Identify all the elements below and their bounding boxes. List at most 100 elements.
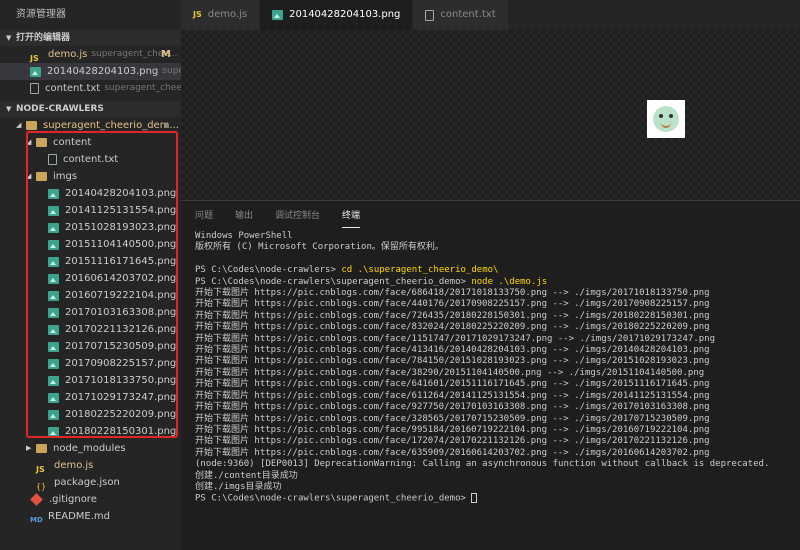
- image-file-icon: [48, 375, 59, 386]
- tab-png[interactable]: 20140428204103.png: [260, 0, 414, 30]
- image-file-icon: [30, 66, 41, 77]
- open-editor-path: superagent_cheeri...: [104, 83, 181, 93]
- js-file-icon: JS: [193, 10, 202, 19]
- folder-name: content: [53, 137, 92, 148]
- panel-tabs: 问题 输出 调试控制台 终端: [181, 201, 800, 229]
- tab-label: demo.js: [207, 9, 248, 20]
- bottom-panel: 问题 输出 调试控制台 终端 Windows PowerShell 版权所有 (C…: [181, 200, 800, 550]
- folder-name: superagent_cheerio_dem...: [43, 120, 179, 131]
- file-name: .gitignore: [49, 494, 97, 505]
- open-editor-name: demo.js: [48, 49, 88, 60]
- file-readme[interactable]: MD README.md: [0, 508, 181, 525]
- file-name: 20160719222104.png: [65, 290, 177, 301]
- image-file-icon: [48, 324, 59, 335]
- file-name: 20151116171645.png: [65, 256, 177, 267]
- folder-name: node_modules: [53, 443, 126, 454]
- file-content-txt[interactable]: content.txt: [0, 151, 181, 168]
- chevron-right-icon: ▶: [26, 444, 32, 452]
- terminal-line: 开始下载图片 https://pic.cnblogs.com/face/6112…: [195, 390, 710, 401]
- image-file-row[interactable]: 20151028193023.png: [0, 219, 181, 236]
- image-file-row[interactable]: 20170908225157.png: [0, 355, 181, 372]
- terminal-line: 创建./imgs目录成功: [195, 481, 282, 492]
- image-file-row[interactable]: 20151116171645.png: [0, 253, 181, 270]
- avatar-image: [653, 106, 679, 132]
- image-file-row[interactable]: 20160614203702.png: [0, 270, 181, 287]
- image-file-icon: [48, 256, 59, 267]
- text-file-icon: [425, 9, 435, 21]
- terminal-output[interactable]: Windows PowerShell 版权所有 (C) Microsoft Cor…: [181, 229, 800, 505]
- image-file-icon: [48, 341, 59, 352]
- js-file-icon: JS: [36, 464, 45, 474]
- folder-icon: [26, 121, 37, 130]
- file-name: 20171029173247.png: [65, 392, 177, 403]
- file-name: 20170908225157.png: [65, 358, 177, 369]
- terminal-line: PS C:\Codes\node-crawlers\superagent_che…: [195, 493, 800, 505]
- open-editor-png[interactable]: 20140428204103.png supera...: [0, 63, 181, 80]
- modified-dot-icon: [164, 123, 169, 128]
- image-file-row[interactable]: 20180228150301.png: [0, 423, 181, 440]
- chevron-down-icon: ◢: [16, 121, 22, 129]
- chevron-down-icon: ◢: [26, 172, 32, 180]
- image-file-icon: [48, 392, 59, 403]
- file-name: 20180228150301.png: [65, 426, 177, 437]
- tab-demo-js[interactable]: JS demo.js: [181, 0, 261, 30]
- terminal-line: 开始下载图片 https://pic.cnblogs.com/face/9277…: [195, 402, 710, 413]
- file-name: 20151028193023.png: [65, 222, 177, 233]
- folder-root[interactable]: ◢ superagent_cheerio_dem...: [0, 117, 181, 134]
- image-preview-area: [181, 30, 800, 200]
- file-name: content.txt: [63, 154, 119, 165]
- file-package-json[interactable]: {} package.json: [0, 474, 181, 491]
- explorer-sidebar: 资源管理器 ▼ 打开的编辑器 JS demo.js superagent_che…: [0, 0, 181, 550]
- tab-problems[interactable]: 问题: [195, 202, 213, 228]
- image-file-row[interactable]: 20180225220209.png: [0, 406, 181, 423]
- json-file-icon: {}: [36, 481, 47, 491]
- file-demo-js[interactable]: JS demo.js: [0, 457, 181, 474]
- image-file-row[interactable]: 20170715230509.png: [0, 338, 181, 355]
- markdown-file-icon: MD: [30, 515, 43, 524]
- image-file-icon: [48, 409, 59, 420]
- image-file-icon: [48, 188, 59, 199]
- image-file-row[interactable]: 20160719222104.png: [0, 287, 181, 304]
- image-file-row[interactable]: 20141125131554.png: [0, 202, 181, 219]
- folder-imgs[interactable]: ◢ imgs: [0, 168, 181, 185]
- tab-content-txt[interactable]: content.txt: [413, 0, 509, 30]
- open-editor-demo-js[interactable]: JS demo.js superagent_chee... M: [0, 46, 181, 63]
- folder-icon: [36, 138, 47, 147]
- js-file-icon: JS: [30, 53, 39, 63]
- terminal-line: PS C:\Codes\node-crawlers> cd .\superage…: [195, 265, 800, 276]
- open-editors-header[interactable]: ▼ 打开的编辑器: [0, 30, 181, 46]
- image-file-row[interactable]: 20151104140500.png: [0, 236, 181, 253]
- terminal-line: 开始下载图片 https://pic.cnblogs.com/face/6864…: [195, 288, 710, 299]
- folder-node-modules[interactable]: ▶ node_modules: [0, 440, 181, 457]
- image-file-list: 20140428204103.png 20141125131554.png 20…: [0, 185, 181, 440]
- image-file-row[interactable]: 20171018133750.png: [0, 372, 181, 389]
- image-file-icon: [48, 426, 59, 437]
- image-file-icon: [48, 307, 59, 318]
- chevron-down-icon: ◢: [26, 138, 32, 146]
- folder-icon: [36, 172, 47, 181]
- file-name: demo.js: [54, 460, 94, 471]
- folder-content[interactable]: ◢ content: [0, 134, 181, 151]
- image-file-row[interactable]: 20170103163308.png: [0, 304, 181, 321]
- image-file-row[interactable]: 20171029173247.png: [0, 389, 181, 406]
- file-gitignore[interactable]: .gitignore: [0, 491, 181, 508]
- terminal-line: 开始下载图片 https://pic.cnblogs.com/face/3285…: [195, 413, 710, 424]
- git-icon: [30, 493, 43, 506]
- tab-debug-console[interactable]: 调试控制台: [275, 202, 320, 228]
- tab-output[interactable]: 输出: [235, 202, 253, 228]
- image-file-icon: [48, 273, 59, 284]
- project-label: NODE-CRAWLERS: [16, 104, 104, 114]
- text-file-icon: [48, 154, 57, 165]
- file-name: 20180225220209.png: [65, 409, 177, 420]
- terminal-line: 开始下载图片 https://pic.cnblogs.com/face/6416…: [195, 379, 710, 390]
- terminal-cursor: [471, 493, 478, 504]
- folder-name: imgs: [53, 171, 78, 182]
- tab-terminal[interactable]: 终端: [342, 202, 361, 228]
- image-file-row[interactable]: 20140428204103.png: [0, 185, 181, 202]
- image-file-icon: [48, 358, 59, 369]
- terminal-prompt: PS C:\Codes\node-crawlers\superagent_che…: [195, 493, 472, 504]
- image-file-row[interactable]: 20170221132126.png: [0, 321, 181, 338]
- project-header[interactable]: ▼ NODE-CRAWLERS: [0, 101, 181, 117]
- file-name: 20171018133750.png: [65, 375, 177, 386]
- open-editor-content-txt[interactable]: content.txt superagent_cheeri...: [0, 80, 181, 97]
